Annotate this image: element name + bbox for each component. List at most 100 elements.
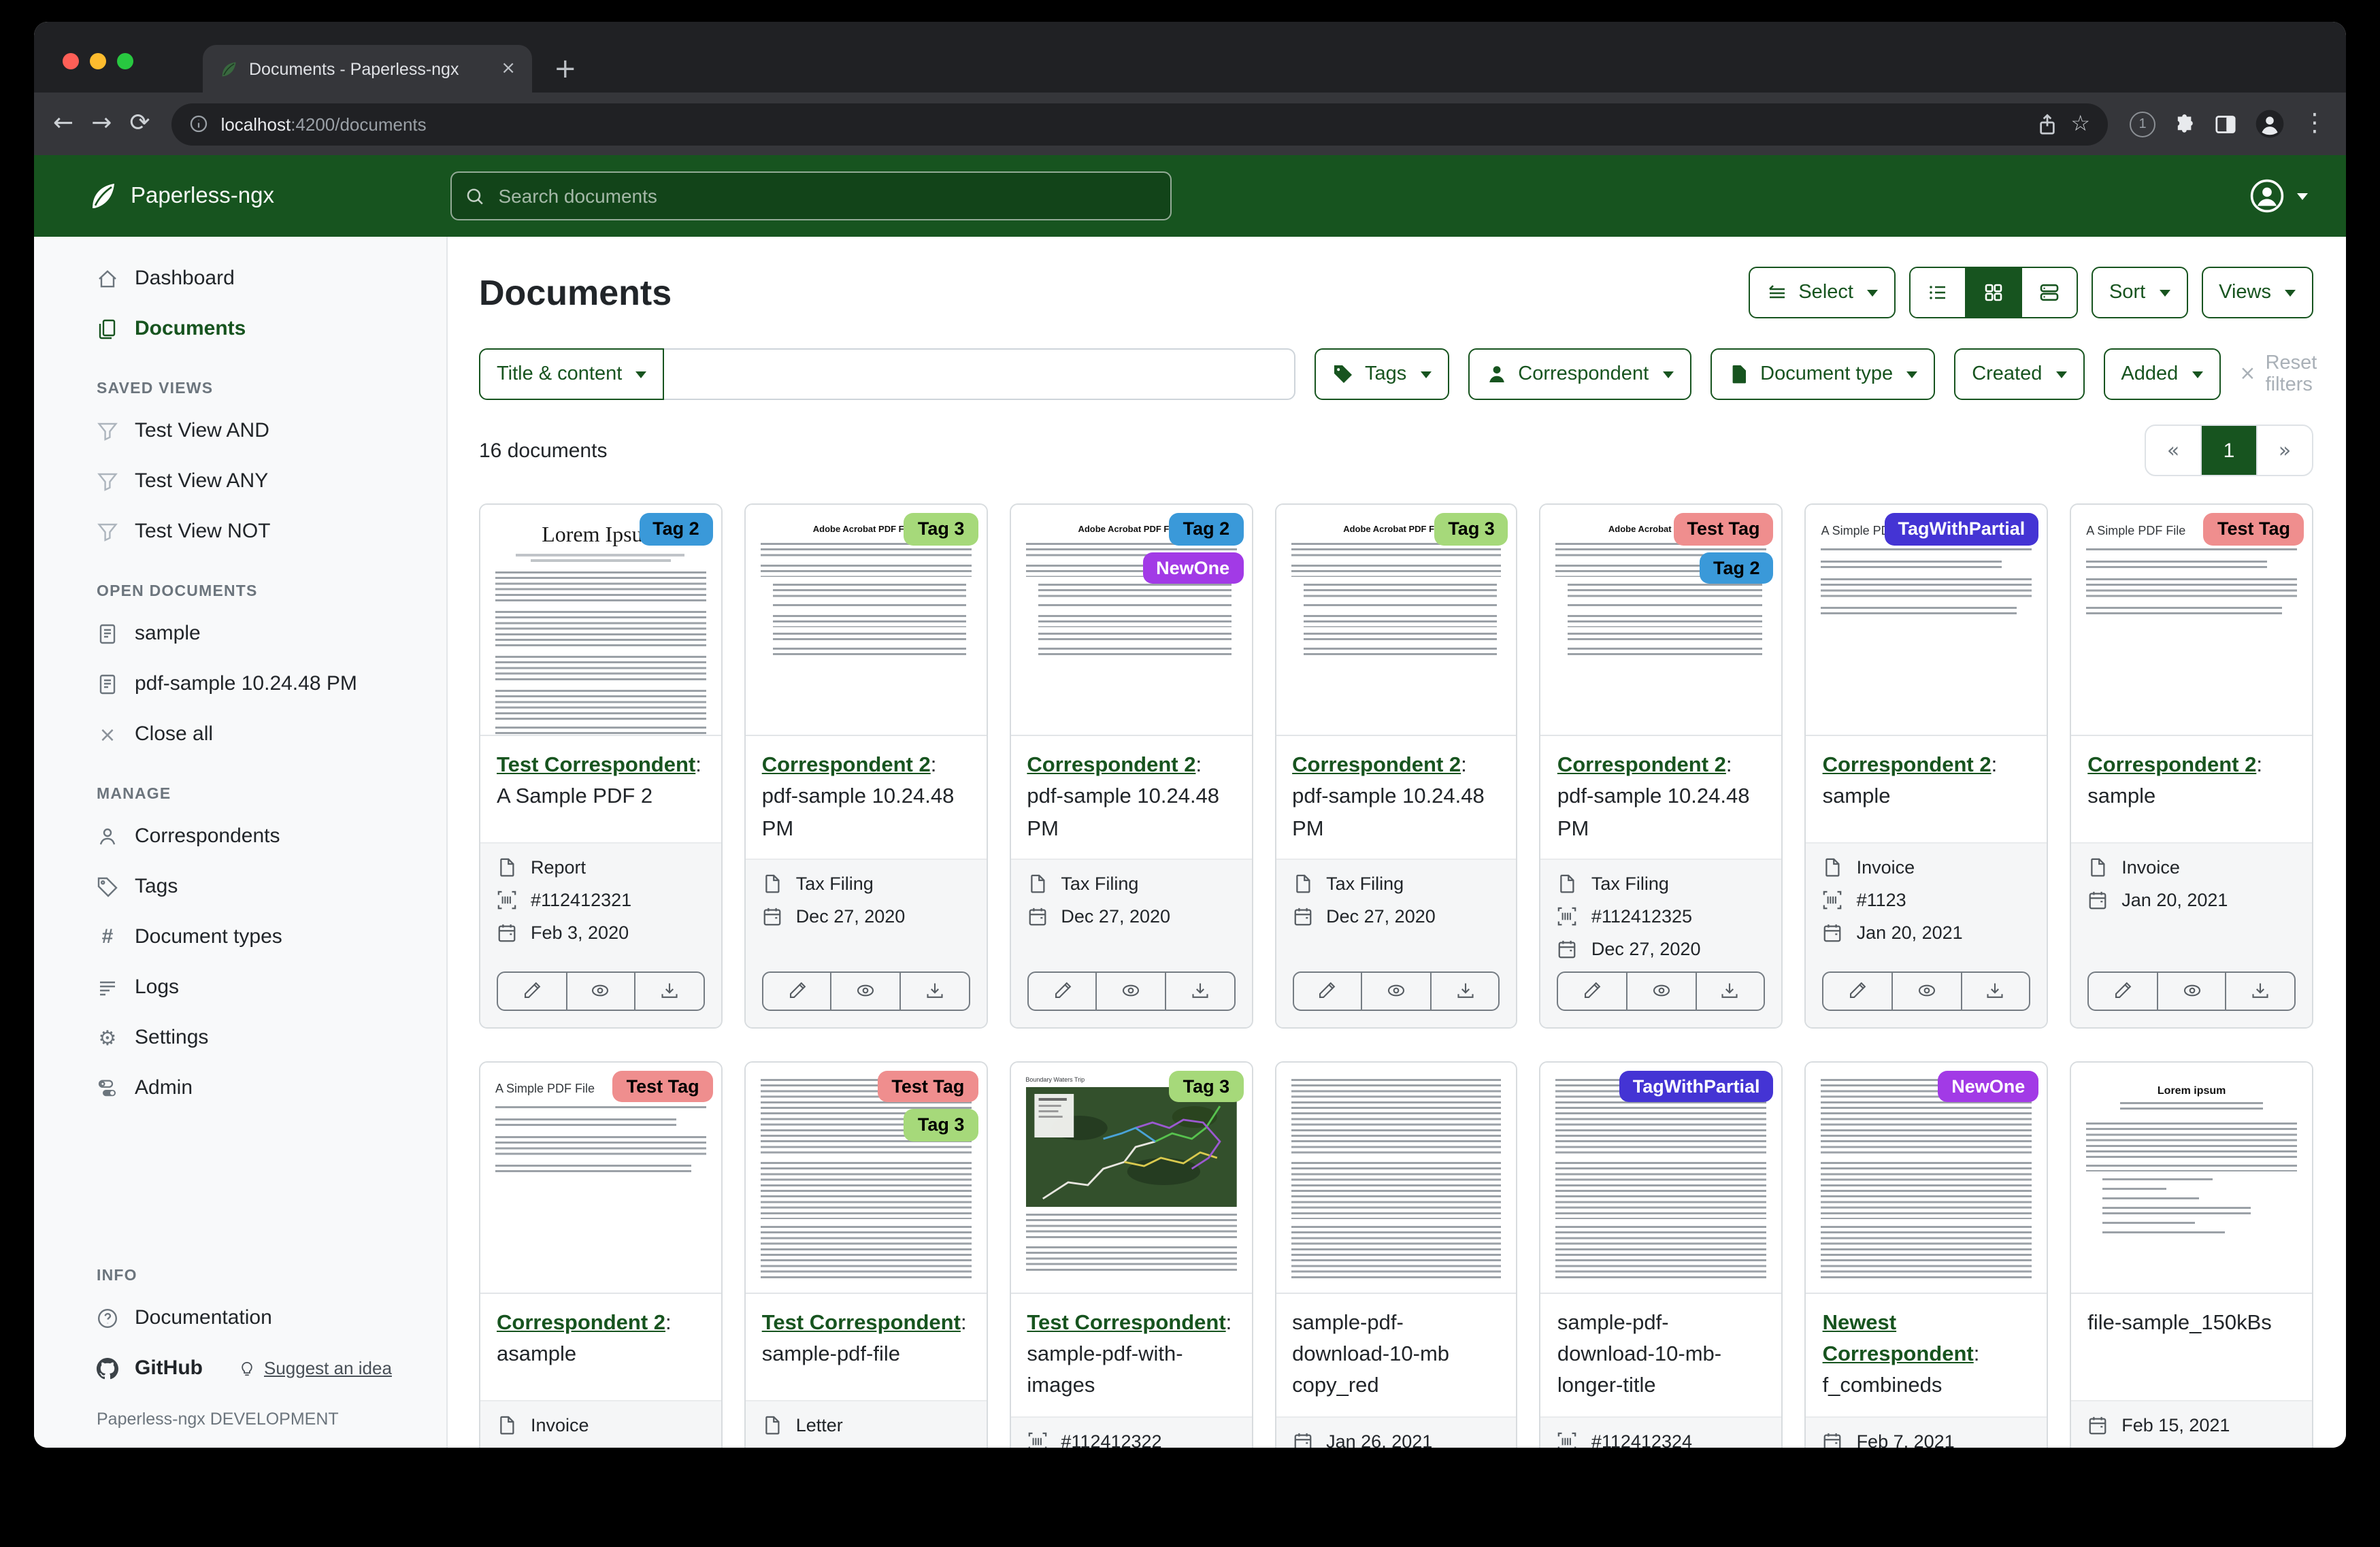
sidebar-item-saved-view-and[interactable]: Test View AND [34,405,446,456]
document-thumbnail[interactable] [1276,1063,1517,1294]
suggest-idea-link[interactable]: Suggest an idea [238,1358,392,1378]
tag-badge[interactable]: TagWithPartial [1619,1071,1774,1103]
correspondent-link[interactable]: Correspondent 2 [1557,754,1726,777]
download-button[interactable] [899,973,968,1010]
document-thumbnail[interactable]: A Simple PDF FileTest Tag [2071,505,2312,736]
reload-icon[interactable]: ⟳ [129,112,150,136]
tag-badge[interactable]: Test Tag [878,1071,978,1103]
correspondent-link[interactable]: Test Correspondent [1027,1312,1225,1335]
edit-button[interactable] [1824,973,1891,1010]
sidebar-item-correspondents[interactable]: Correspondents [34,811,446,861]
detail-view-button[interactable] [2021,268,2077,317]
document-thumbnail[interactable]: Adobe Acrobat PDF FilesTag 3 [746,505,987,736]
correspondent-link[interactable]: Correspondent 2 [1027,754,1195,777]
filter-query-input[interactable] [664,348,1295,400]
tag-badge[interactable]: Tag 3 [1434,513,1508,545]
app-brand[interactable]: Paperless-ngx [86,180,274,212]
forward-icon[interactable]: → [91,112,112,136]
tag-badge[interactable]: Tag 3 [904,513,978,545]
tags-filter-button[interactable]: Tags [1315,348,1449,400]
document-thumbnail[interactable]: Adobe Acrobat PDF FilesTag 3 [1276,505,1517,736]
share-icon[interactable] [2035,112,2058,135]
pagination-last-button[interactable]: » [2256,426,2312,475]
sidebar-item-document-types[interactable]: # Document types [34,912,446,962]
added-filter-button[interactable]: Added [2103,348,2220,400]
sidebar-item-settings[interactable]: ⚙ Settings [34,1012,446,1063]
browser-menu-icon[interactable]: ⋮ [2302,112,2327,136]
correspondent-link[interactable]: Correspondent 2 [497,1312,665,1335]
document-title-text[interactable]: sample-pdf-download-10-mb-longer-title [1557,1312,1721,1398]
tag-badge[interactable]: Tag 2 [1170,513,1244,545]
sidebar-item-github[interactable]: GitHub Suggest an idea [34,1343,446,1393]
document-thumbnail[interactable]: TagWithPartial [1541,1063,1782,1294]
sidebar-item-saved-view-any[interactable]: Test View ANY [34,456,446,506]
document-title-text[interactable]: sample-pdf-download-10-mb copy_red [1292,1312,1449,1398]
back-icon[interactable]: ← [53,112,73,136]
tag-badge[interactable]: TagWithPartial [1885,513,2039,545]
view-button[interactable] [1361,973,1429,1010]
window-close-button[interactable] [63,53,79,69]
side-panel-icon[interactable] [2214,112,2237,135]
correspondent-link[interactable]: Test Correspondent [762,1312,961,1335]
document-thumbnail[interactable]: Adobe Acrobat PDF FilesTag 2NewOne [1010,505,1251,736]
window-zoom-button[interactable] [117,53,133,69]
download-button[interactable] [1695,973,1764,1010]
new-tab-button[interactable]: + [554,52,577,84]
correspondent-link[interactable]: Correspondent 2 [1292,754,1461,777]
tab-close-icon[interactable]: × [501,59,516,79]
tag-badge[interactable]: Test Tag [1674,513,1774,545]
correspondent-link[interactable]: Test Correspondent [497,754,695,777]
browser-tab[interactable]: Documents - Paperless-ngx × [203,45,532,93]
list-view-button[interactable] [1911,268,1965,317]
reset-filters-button[interactable]: × Reset filters [2239,352,2317,396]
document-thumbnail[interactable]: Lorem IpsumTag 2 [480,505,721,736]
grid-view-button[interactable] [1965,268,2021,317]
pagination-first-button[interactable]: « [2146,426,2200,475]
sidebar-item-documentation[interactable]: Documentation [34,1293,446,1343]
document-thumbnail[interactable]: Boundary Waters TripTag 3 [1010,1063,1251,1294]
global-search[interactable] [450,171,1172,220]
view-button[interactable] [1626,973,1695,1010]
window-minimize-button[interactable] [90,53,106,69]
edit-button[interactable] [2089,973,2156,1010]
tag-badge[interactable]: Test Tag [2204,513,2304,545]
views-button[interactable]: Views [2201,267,2313,318]
sidebar-item-admin[interactable]: Admin [34,1063,446,1113]
edit-button[interactable] [498,973,565,1010]
edit-button[interactable] [763,973,831,1010]
bookmark-star-icon[interactable]: ☆ [2070,113,2090,135]
view-button[interactable] [2157,973,2226,1010]
search-input[interactable] [495,184,1157,208]
view-button[interactable] [565,973,634,1010]
sidebar-item-logs[interactable]: Logs [34,962,446,1012]
correspondent-link[interactable]: Correspondent 2 [2087,754,2256,777]
extensions-puzzle-icon[interactable] [2173,112,2196,135]
address-bar[interactable]: localhost:4200/documents ☆ [172,103,2108,145]
sidebar-item-open-doc-pdf-sample[interactable]: pdf-sample 10.24.48 PM [34,659,446,709]
sidebar-item-open-doc-sample[interactable]: sample [34,608,446,659]
download-button[interactable] [1960,973,2029,1010]
browser-profile-icon[interactable] [2255,109,2285,139]
download-button[interactable] [2226,973,2294,1010]
sidebar-item-close-all[interactable]: × Close all [34,709,446,759]
document-thumbnail[interactable]: A Simple PDF FileTagWithPartial [1806,505,2047,736]
tag-badge[interactable]: Tag 2 [1700,552,1774,584]
user-menu[interactable] [2249,178,2308,214]
password-manager-icon[interactable]: 1 [2130,111,2155,137]
title-content-dropdown[interactable]: Title & content [479,348,664,400]
sidebar-item-dashboard[interactable]: Dashboard [34,253,446,303]
sidebar-item-saved-view-not[interactable]: Test View NOT [34,506,446,556]
created-filter-button[interactable]: Created [1954,348,2084,400]
download-button[interactable] [1430,973,1499,1010]
correspondent-link[interactable]: Correspondent 2 [1823,754,1991,777]
document-thumbnail[interactable]: Test Tag Tag 3 [746,1063,987,1294]
view-button[interactable] [1891,973,1960,1010]
download-button[interactable] [634,973,703,1010]
tag-badge[interactable]: Tag 3 [904,1110,978,1142]
edit-button[interactable] [1293,973,1361,1010]
tag-badge[interactable]: Tag 2 [639,513,713,545]
sidebar-item-tags[interactable]: Tags [34,861,446,912]
tag-badge[interactable]: NewOne [1142,552,1243,584]
tag-badge[interactable]: NewOne [1938,1071,2038,1103]
correspondent-filter-button[interactable]: Correspondent [1468,348,1691,400]
